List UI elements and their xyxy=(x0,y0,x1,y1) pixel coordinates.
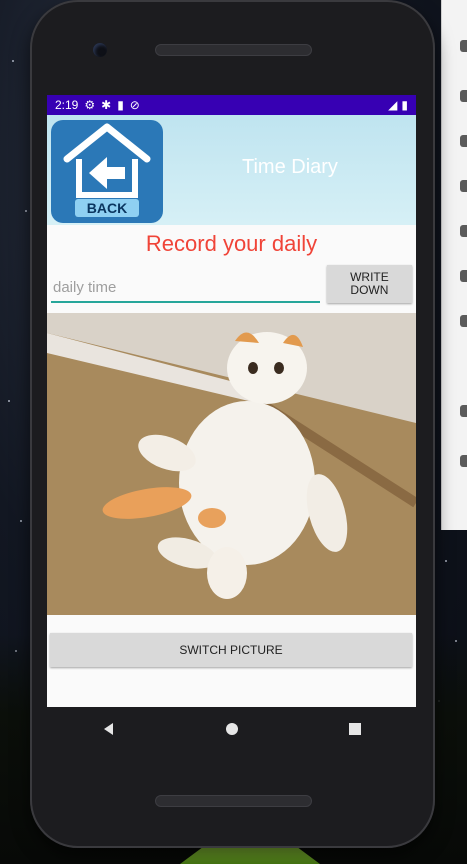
page-title: Time Diary xyxy=(242,156,338,178)
house-back-icon xyxy=(63,123,151,198)
input-row: WRITE DOWN xyxy=(47,265,416,303)
home-icon[interactable] xyxy=(224,721,240,737)
bottom-speaker xyxy=(155,795,312,807)
camera-icon[interactable] xyxy=(460,270,467,282)
sync-icon: ⊘ xyxy=(129,98,140,112)
back-icon[interactable] xyxy=(460,405,467,417)
back-icon[interactable] xyxy=(101,721,117,737)
cat-picture xyxy=(47,313,416,615)
app-screen: 2:19 ⚙ ✱ ▮ ⊘ ◢ ▮ BACK Time Diary Record … xyxy=(47,95,416,707)
clock: 2:19 xyxy=(55,98,79,112)
back-label: BACK xyxy=(74,199,140,217)
system-navigation-bar xyxy=(47,707,416,751)
zoom-icon[interactable] xyxy=(460,315,467,327)
power-icon[interactable] xyxy=(460,40,467,52)
rotate-right-icon[interactable] xyxy=(460,225,467,237)
battery-icon: ▮ xyxy=(401,98,408,112)
rotate-left-icon[interactable] xyxy=(460,180,467,192)
status-bar: 2:19 ⚙ ✱ ▮ ⊘ ◢ ▮ xyxy=(47,95,416,115)
write-down-button[interactable]: WRITE DOWN xyxy=(326,265,412,303)
settings-icon: ⚙ xyxy=(84,98,96,112)
emulator-toolbar xyxy=(441,0,467,530)
app-toolbar: BACK Time Diary xyxy=(47,115,416,225)
volume-up-icon[interactable] xyxy=(460,90,467,102)
front-camera xyxy=(93,43,107,57)
top-speaker xyxy=(155,44,312,56)
recents-icon[interactable] xyxy=(347,721,363,737)
signal-icon: ◢ xyxy=(388,98,398,112)
daily-time-input[interactable] xyxy=(51,273,320,303)
back-button[interactable]: BACK xyxy=(51,120,163,223)
wifi-icon: ✱ xyxy=(101,98,112,112)
volume-down-icon[interactable] xyxy=(460,135,467,147)
sd-card-icon: ▮ xyxy=(117,98,124,112)
cat-image xyxy=(47,313,416,615)
overview-icon[interactable] xyxy=(460,455,467,467)
switch-picture-button[interactable]: SWITCH PICTURE xyxy=(50,633,412,667)
heading: Record your daily xyxy=(145,231,318,256)
